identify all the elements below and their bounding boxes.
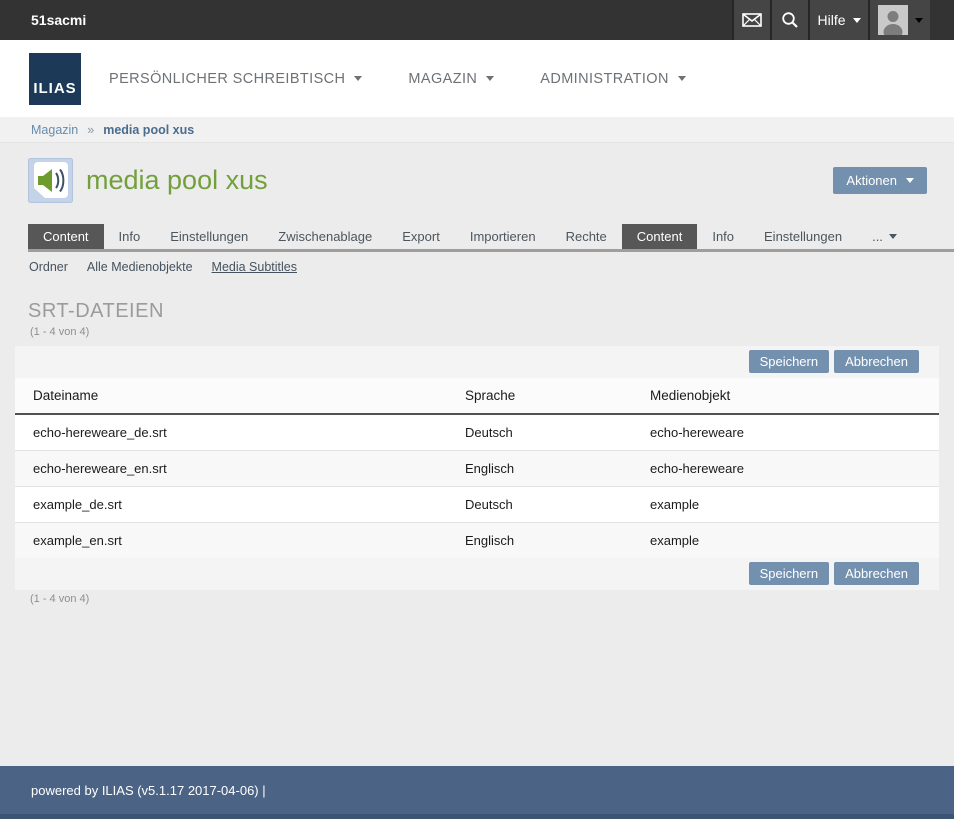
avatar [878,5,908,35]
chevron-down-icon [486,76,494,81]
nav-administration[interactable]: ADMINISTRATION [540,71,686,87]
tab-zwischenablage[interactable]: Zwischenablage [263,224,387,249]
cell-medienobjekt: example [632,487,939,523]
logo-text: ILIAS [33,80,76,97]
tab-einstellungen-2[interactable]: Einstellungen [749,224,857,249]
toolbar-top: Speichern Abbrechen [15,346,939,378]
cell-dateiname: example_en.srt [15,523,447,559]
search-button[interactable] [770,0,808,40]
cell-dateiname: example_de.srt [15,487,447,523]
mail-icon [742,13,762,27]
column-header-sprache: Sprache [447,378,632,414]
result-count-bottom: (1 - 4 von 4) [30,593,954,605]
tab-info-2[interactable]: Info [697,224,749,249]
cancel-button[interactable]: Abbrechen [834,562,919,585]
tab-importieren[interactable]: Importieren [455,224,551,249]
table-header-row: Dateiname Sprache Medienobjekt [15,378,939,414]
chevron-down-icon [853,18,861,23]
cell-medienobjekt: echo-hereweare [632,414,939,451]
chevron-down-icon [915,18,923,23]
tab-content-2[interactable]: Content [622,224,698,249]
help-menu-button[interactable]: Hilfe [808,0,868,40]
save-button[interactable]: Speichern [749,350,830,373]
table-row: echo-hereweare_en.srt Englisch echo-here… [15,451,939,487]
page-header: media pool xus Aktionen [0,143,954,203]
cancel-button[interactable]: Abbrechen [834,350,919,373]
tab-einstellungen[interactable]: Einstellungen [155,224,263,249]
result-count-top: (1 - 4 von 4) [30,326,954,338]
actions-label: Aktionen [846,173,897,188]
nav-label: ADMINISTRATION [540,71,669,87]
client-title: 51sacmi [0,0,732,40]
breadcrumb-link-magazin[interactable]: Magazin [31,123,78,137]
actions-dropdown-button[interactable]: Aktionen [833,167,927,194]
tab-content[interactable]: Content [28,224,104,249]
subtab-bar: Ordner Alle Medienobjekte Media Subtitle… [0,252,954,274]
breadcrumb-current[interactable]: media pool xus [103,123,194,137]
table-row: example_en.srt Englisch example [15,523,939,559]
save-button[interactable]: Speichern [749,562,830,585]
cell-dateiname: echo-hereweare_de.srt [15,414,447,451]
subtab-media-subtitles[interactable]: Media Subtitles [212,260,297,274]
top-header-bar: 51sacmi Hilfe [0,0,954,40]
chevron-down-icon [678,76,686,81]
srt-files-table: Dateiname Sprache Medienobjekt echo-here… [15,378,939,558]
nav-label: PERSÖNLICHER SCHREIBTISCH [109,71,345,87]
content-area: media pool xus Aktionen Content Info Ein… [0,143,954,765]
page-title: media pool xus [86,165,268,196]
footer: powered by ILIAS (v5.1.17 2017-04-06) | [0,766,954,819]
column-header-dateiname: Dateiname [15,378,447,414]
breadcrumb-separator: » [87,123,94,137]
subtab-alle-medienobjekte[interactable]: Alle Medienobjekte [87,260,193,274]
column-header-medienobjekt: Medienobjekt [632,378,939,414]
tab-info[interactable]: Info [104,224,156,249]
chevron-down-icon [906,178,914,183]
help-label: Hilfe [817,12,845,28]
main-navigation: PERSÖNLICHER SCHREIBTISCH MAGAZIN ADMINI… [109,71,686,87]
user-menu-button[interactable] [868,0,930,40]
mail-button[interactable] [732,0,770,40]
tab-export[interactable]: Export [387,224,455,249]
masthead: ILIAS PERSÖNLICHER SCHREIBTISCH MAGAZIN … [0,40,954,117]
table-row: echo-hereweare_de.srt Deutsch echo-herew… [15,414,939,451]
cell-sprache: Deutsch [447,487,632,523]
tab-rechte[interactable]: Rechte [551,224,622,249]
nav-personal-desktop[interactable]: PERSÖNLICHER SCHREIBTISCH [109,71,362,87]
chevron-down-icon [354,76,362,81]
cell-sprache: Deutsch [447,414,632,451]
cell-medienobjekt: example [632,523,939,559]
cell-sprache: Englisch [447,451,632,487]
cell-medienobjekt: echo-hereweare [632,451,939,487]
nav-magazin[interactable]: MAGAZIN [408,71,494,87]
ilias-logo[interactable]: ILIAS [29,53,81,105]
srt-files-panel: Speichern Abbrechen Dateiname Sprache Me… [15,346,939,590]
section-heading: SRT-DATEIEN [28,300,954,323]
chevron-down-icon [889,234,897,239]
topbar-actions: Hilfe [732,0,930,40]
more-label: ... [872,229,883,244]
cell-sprache: Englisch [447,523,632,559]
media-pool-icon [28,158,73,203]
cell-dateiname: echo-hereweare_en.srt [15,451,447,487]
subtab-ordner[interactable]: Ordner [29,260,68,274]
breadcrumb: Magazin » media pool xus [0,117,954,143]
table-row: example_de.srt Deutsch example [15,487,939,523]
footer-text: powered by ILIAS (v5.1.17 2017-04-06) | [0,783,266,798]
tab-bar: Content Info Einstellungen Zwischenablag… [28,224,954,252]
nav-label: MAGAZIN [408,71,477,87]
toolbar-bottom: Speichern Abbrechen [15,558,939,590]
search-icon [781,11,799,29]
tab-more-dropdown[interactable]: ... [857,224,912,249]
